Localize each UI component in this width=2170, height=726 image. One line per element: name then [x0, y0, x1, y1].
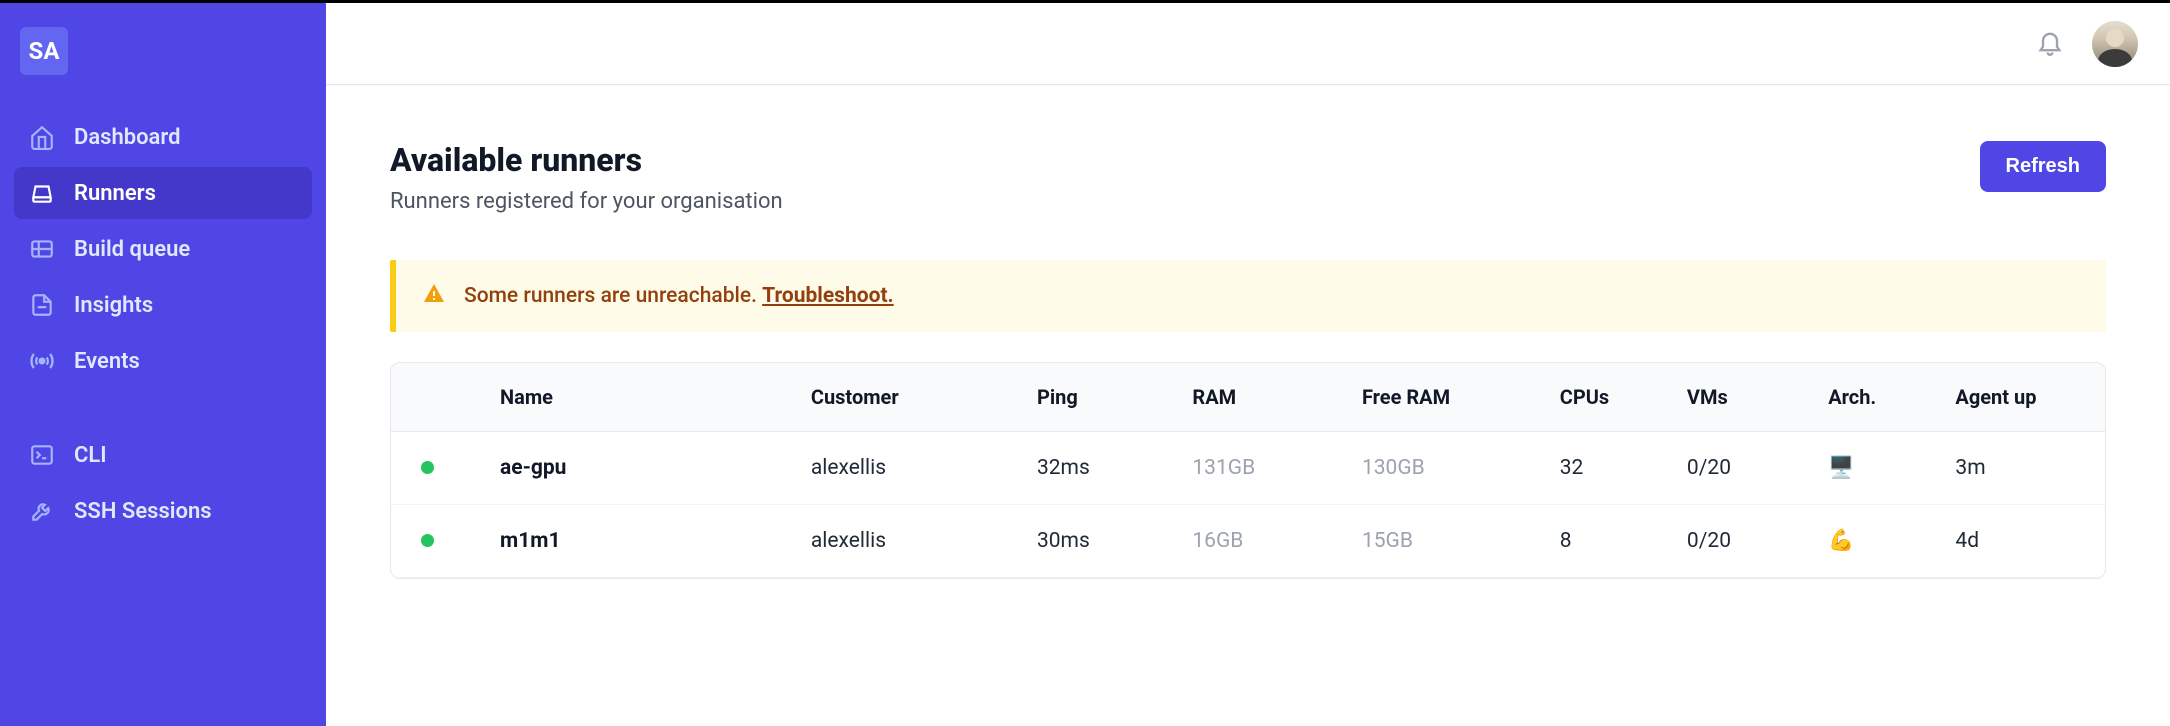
sidebar-item-label: Dashboard — [74, 125, 180, 150]
cell-arch: 🖥️ — [1808, 432, 1935, 505]
page-header: Available runners Runners registered for… — [390, 141, 2106, 214]
home-icon — [28, 123, 56, 151]
notifications-button[interactable] — [2032, 26, 2068, 62]
brand-logo[interactable]: SA — [20, 27, 68, 75]
broadcast-icon — [28, 347, 56, 375]
main-pane: Available runners Runners registered for… — [326, 3, 2170, 726]
cell-cpus: 32 — [1540, 432, 1667, 505]
grid-icon — [28, 235, 56, 263]
page-subtitle: Runners registered for your organisation — [390, 189, 783, 214]
alert-banner: Some runners are unreachable. Troublesho… — [390, 260, 2106, 332]
status-dot-icon — [421, 461, 434, 474]
alert-troubleshoot-link[interactable]: Troubleshoot. — [762, 284, 893, 308]
cell-vms: 0/20 — [1667, 432, 1808, 505]
cell-ram: 131GB — [1172, 432, 1342, 505]
cell-ram: 16GB — [1172, 505, 1342, 578]
col-ping: Ping — [1017, 363, 1172, 432]
alert-message: Some runners are unreachable. — [464, 284, 762, 308]
cell-free-ram: 130GB — [1342, 432, 1540, 505]
cell-customer: alexellis — [791, 505, 1017, 578]
cell-name: m1m1 — [480, 505, 791, 578]
table-row[interactable]: m1m1 alexellis 30ms 16GB 15GB 8 0/20 💪 4… — [391, 505, 2105, 578]
cell-customer: alexellis — [791, 432, 1017, 505]
cell-ping: 30ms — [1017, 505, 1172, 578]
sidebar-item-insights[interactable]: Insights — [14, 279, 312, 331]
top-bar — [326, 3, 2170, 85]
col-arch: Arch. — [1808, 363, 1935, 432]
sidebar: SA Dashboard Runners Build queue Insight… — [0, 3, 326, 726]
table-row[interactable]: ae-gpu alexellis 32ms 131GB 130GB 32 0/2… — [391, 432, 2105, 505]
sidebar-group-main: Dashboard Runners Build queue Insights E… — [14, 111, 312, 387]
table-header-row: Name Customer Ping RAM Free RAM CPUs VMs… — [391, 363, 2105, 432]
col-customer: Customer — [791, 363, 1017, 432]
status-dot-icon — [421, 534, 434, 547]
sidebar-group-secondary: CLI SSH Sessions — [14, 429, 312, 537]
col-name: Name — [480, 363, 791, 432]
col-ram: RAM — [1172, 363, 1342, 432]
cell-free-ram: 15GB — [1342, 505, 1540, 578]
cell-name: ae-gpu — [480, 432, 791, 505]
sidebar-item-cli[interactable]: CLI — [14, 429, 312, 481]
sidebar-item-runners[interactable]: Runners — [14, 167, 312, 219]
disk-icon — [28, 179, 56, 207]
col-vms: VMs — [1667, 363, 1808, 432]
runners-table: Name Customer Ping RAM Free RAM CPUs VMs… — [390, 362, 2106, 579]
cell-agent-up: 4d — [1935, 505, 2105, 578]
refresh-button[interactable]: Refresh — [1980, 141, 2106, 192]
sidebar-item-label: Events — [74, 349, 140, 374]
bell-icon — [2036, 28, 2064, 59]
alert-text: Some runners are unreachable. Troublesho… — [464, 284, 894, 308]
page-title: Available runners — [390, 141, 783, 179]
sidebar-item-label: Runners — [74, 181, 156, 206]
sidebar-item-dashboard[interactable]: Dashboard — [14, 111, 312, 163]
col-free-ram: Free RAM — [1342, 363, 1540, 432]
file-icon — [28, 291, 56, 319]
sidebar-item-label: SSH Sessions — [74, 499, 212, 524]
sidebar-item-events[interactable]: Events — [14, 335, 312, 387]
col-cpus: CPUs — [1540, 363, 1667, 432]
cell-arch: 💪 — [1808, 505, 1935, 578]
sidebar-item-label: Build queue — [74, 237, 190, 262]
sidebar-item-ssh-sessions[interactable]: SSH Sessions — [14, 485, 312, 537]
cell-vms: 0/20 — [1667, 505, 1808, 578]
user-avatar[interactable] — [2092, 21, 2138, 67]
sidebar-item-label: CLI — [74, 443, 107, 468]
terminal-icon — [28, 441, 56, 469]
col-agent-up: Agent up — [1935, 363, 2105, 432]
content-area: Available runners Runners registered for… — [326, 85, 2170, 726]
cell-ping: 32ms — [1017, 432, 1172, 505]
wrench-icon — [28, 497, 56, 525]
sidebar-item-label: Insights — [74, 293, 153, 318]
cell-cpus: 8 — [1540, 505, 1667, 578]
cell-agent-up: 3m — [1935, 432, 2105, 505]
warning-icon — [422, 282, 446, 310]
sidebar-item-build-queue[interactable]: Build queue — [14, 223, 312, 275]
